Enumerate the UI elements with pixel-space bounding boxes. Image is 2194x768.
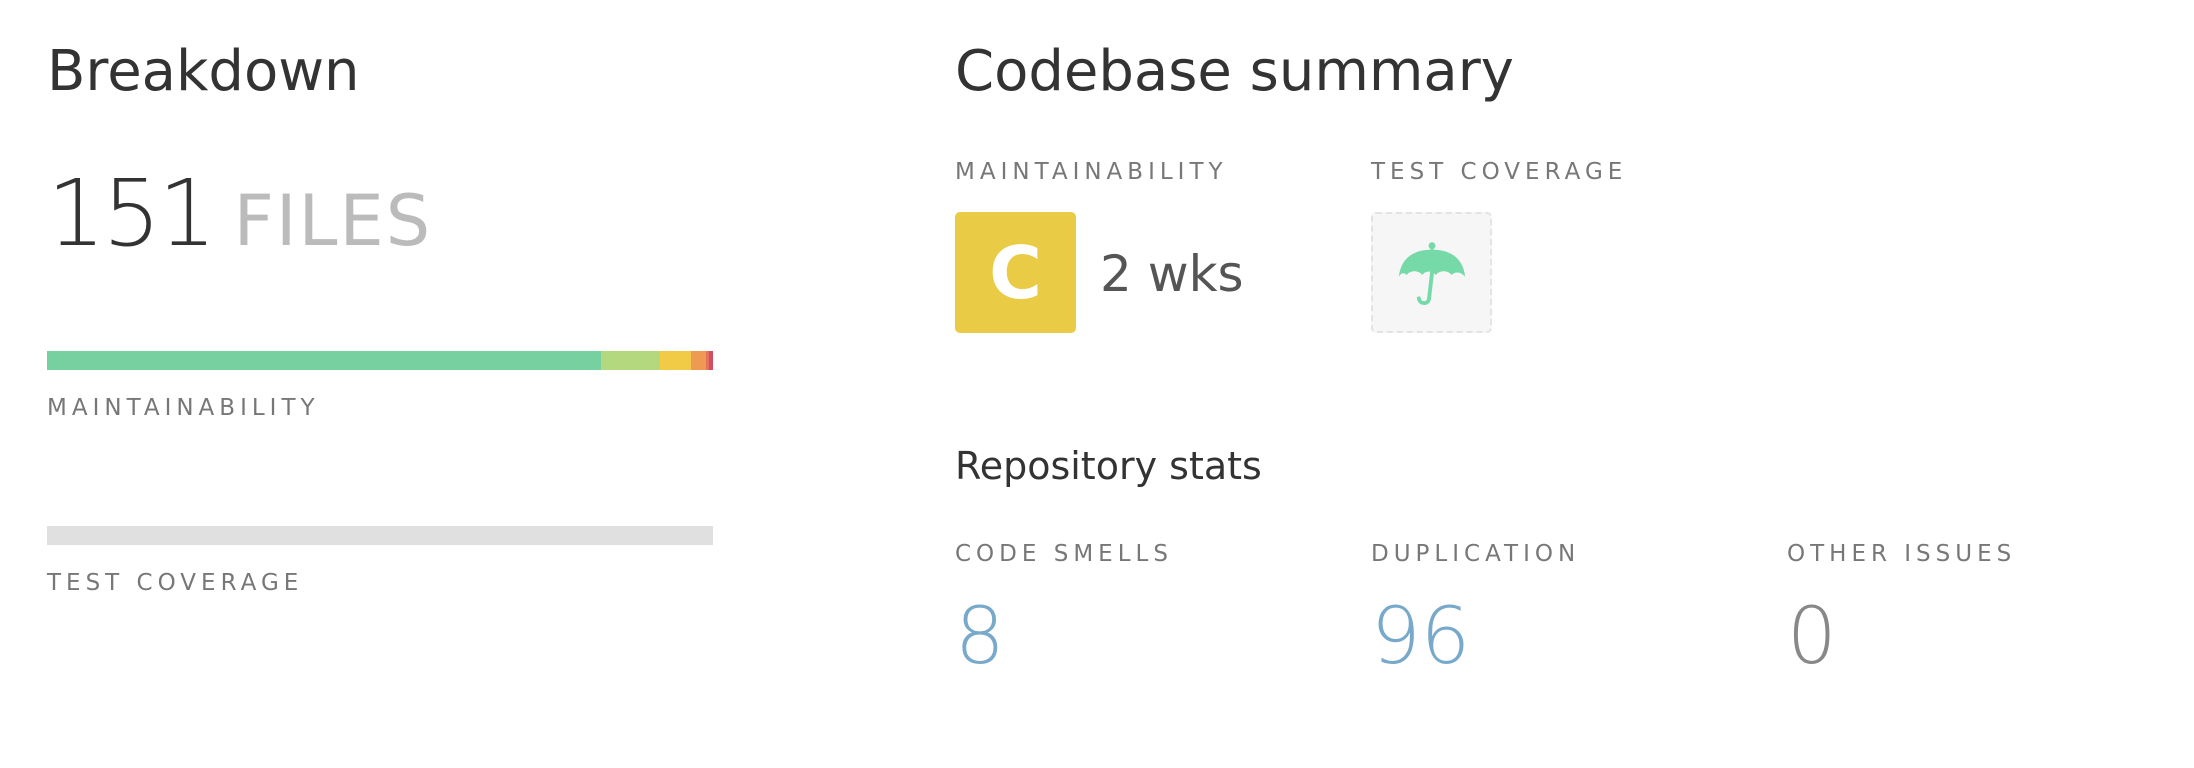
code-smells-label: CODE SMELLS (955, 541, 1173, 567)
other-issues-value[interactable]: 0 (1787, 598, 1837, 676)
maintainability-segment-d[interactable] (691, 351, 706, 370)
codebase-summary-title: Codebase summary (955, 39, 1514, 104)
breakdown-maintainability-label: MAINTAINABILITY (47, 395, 320, 421)
maintainability-segment-a[interactable] (47, 351, 602, 370)
maintainability-segment-c[interactable] (659, 351, 691, 370)
code-quality-page: { "breakdown": { "title": "Breakdown", "… (0, 0, 2194, 768)
duplication-label: DUPLICATION (1371, 541, 1581, 567)
file-count: 151 (47, 160, 217, 267)
code-smells-value[interactable]: 8 (955, 598, 1005, 676)
maintainability-segment-b[interactable] (601, 351, 660, 370)
umbrella-icon (1398, 241, 1465, 305)
file-count-unit: FILES (233, 180, 433, 262)
technical-debt-value[interactable]: 2 wks (1100, 249, 1244, 299)
repository-stats-title: Repository stats (955, 444, 1262, 488)
maintainability-distribution-bar[interactable] (47, 351, 713, 370)
duplication-value[interactable]: 96 (1371, 598, 1470, 676)
breakdown-test-coverage-label: TEST COVERAGE (47, 570, 304, 596)
summary-maintainability-label: MAINTAINABILITY (955, 159, 1228, 185)
breakdown-title: Breakdown (47, 39, 360, 104)
maintainability-segment-f[interactable] (708, 351, 713, 370)
test-coverage-distribution-bar[interactable] (47, 526, 713, 545)
test-coverage-badge[interactable] (1371, 212, 1492, 333)
summary-test-coverage-label: TEST COVERAGE (1371, 159, 1628, 185)
file-count-display: 151 FILES (47, 168, 432, 260)
other-issues-label: OTHER ISSUES (1787, 541, 2017, 567)
maintainability-grade-badge[interactable]: C (955, 212, 1076, 333)
